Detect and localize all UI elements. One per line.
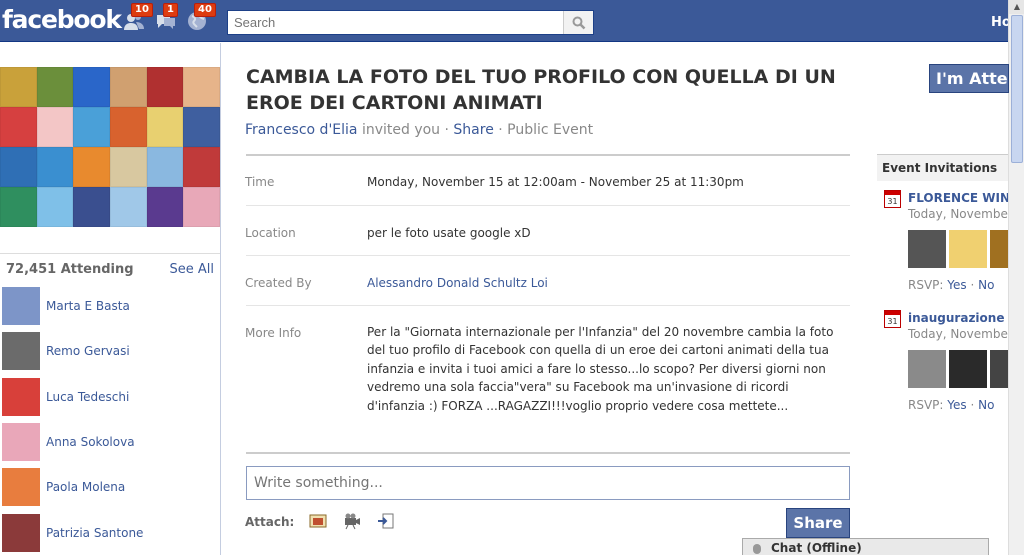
attendee-name[interactable]: Luca Tedeschi [46, 390, 129, 404]
invitation-name[interactable]: FLORENCE WINE [908, 191, 1008, 205]
guest-photo[interactable] [908, 230, 946, 268]
attendee-item[interactable]: Marta E Basta [0, 287, 220, 327]
guest-photo[interactable] [990, 230, 1008, 268]
attach-label: Attach: [245, 515, 295, 529]
rsvp-label: RSVP: [908, 398, 948, 412]
more-info-label: More Info [245, 326, 302, 340]
attendee-avatar[interactable] [2, 287, 40, 325]
attendee-avatar[interactable] [2, 422, 40, 461]
share-button[interactable]: Share [786, 508, 850, 538]
event-title: CAMBIA LA FOTO DEL TUO PROFILO CON QUELL… [246, 66, 836, 114]
vertical-scrollbar[interactable]: ▲ [1008, 0, 1024, 555]
calendar-icon: 31 [884, 190, 901, 208]
invitation-name[interactable]: inaugurazione E [908, 311, 1008, 325]
rsvp-row: RSVP: Yes · No [908, 398, 994, 412]
friend-requests-jewel[interactable]: 10 [123, 3, 153, 33]
rsvp-row: RSVP: Yes · No [908, 278, 994, 292]
share-link[interactable]: Share [453, 122, 493, 138]
left-column: 72,451 Attending See All Marta E Basta Re… [0, 43, 221, 555]
guest-photo[interactable] [908, 350, 946, 388]
rsvp-separator: · [966, 398, 979, 412]
rsvp-separator: · [966, 278, 979, 292]
location-label: Location [245, 226, 296, 240]
attendee-item[interactable]: Anna Sokolova [0, 422, 220, 463]
visibility-text: · Public Event [493, 122, 594, 138]
scroll-up-arrow-icon[interactable]: ▲ [1009, 0, 1024, 14]
attendee-name[interactable]: Remo Gervasi [46, 344, 130, 358]
inviter-link[interactable]: Francesco d'Elia [245, 122, 358, 138]
search-icon [572, 16, 585, 29]
attendee-avatar[interactable] [2, 332, 40, 371]
search-box [227, 10, 594, 35]
video-icon[interactable] [342, 512, 362, 530]
rsvp-no-link[interactable]: No [978, 278, 994, 292]
see-all-link[interactable]: See All [170, 262, 215, 277]
friend-requests-badge: 10 [131, 3, 153, 17]
event-subtitle: Francesco d'Elia invited you · Share · P… [245, 122, 593, 138]
link-icon[interactable] [376, 512, 396, 530]
top-bar: facebook 10 1 40 Ho [0, 0, 1011, 42]
chat-status-icon [753, 544, 761, 554]
location-value: per le foto usate google xD [367, 226, 531, 240]
attendee-avatar[interactable] [2, 468, 40, 507]
attendee-item[interactable]: Remo Gervasi [0, 332, 220, 372]
attendee-name[interactable]: Patrizia Santone [46, 526, 143, 540]
rsvp-yes-link[interactable]: Yes [947, 398, 966, 412]
attendee-name[interactable]: Paola Molena [46, 480, 125, 494]
attendee-avatar[interactable] [2, 377, 40, 416]
time-label: Time [245, 175, 275, 189]
attendee-name[interactable]: Marta E Basta [46, 299, 130, 313]
chat-label: Chat (Offline) [771, 541, 862, 555]
attendee-item[interactable]: Luca Tedeschi [0, 377, 220, 418]
wall-post-box [246, 466, 850, 500]
invitation-date: Today, November [908, 327, 1008, 341]
notifications-badge: 40 [194, 3, 216, 17]
event-invitation-1: 31 FLORENCE WINE Today, November RSVP: Y… [877, 190, 1008, 300]
attendee-avatar[interactable] [2, 513, 40, 552]
attending-count: 72,451 Attending [6, 262, 134, 277]
rsvp-label: RSVP: [908, 278, 948, 292]
attendee-name[interactable]: Anna Sokolova [46, 435, 135, 449]
notifications-jewel[interactable]: 40 [186, 3, 216, 33]
creator-link[interactable]: Alessandro Donald Schultz Loi [367, 276, 548, 290]
guest-photo[interactable] [949, 350, 987, 388]
search-input[interactable] [228, 11, 558, 33]
chat-bar[interactable]: Chat (Offline) [742, 538, 989, 555]
attending-header: 72,451 Attending See All [0, 253, 220, 277]
photo-icon[interactable] [308, 512, 328, 530]
divider [246, 255, 850, 256]
divider [246, 305, 850, 306]
invitation-photos [908, 230, 1008, 268]
invited-text: invited you · [357, 122, 454, 138]
facebook-logo[interactable]: facebook [2, 5, 122, 34]
search-button[interactable] [563, 11, 593, 34]
scrollbar-thumb[interactable] [1011, 15, 1023, 163]
created-by-label: Created By [245, 276, 312, 290]
event-invitations-heading: Event Invitations [877, 154, 1008, 181]
divider [246, 205, 850, 206]
attending-button[interactable]: I'm Attending [929, 64, 1009, 93]
attendee-item[interactable]: Paola Molena [0, 468, 220, 508]
event-invitation-2: 31 inaugurazione E Today, November RSVP:… [877, 310, 1008, 420]
divider [246, 452, 850, 454]
guest-photo[interactable] [949, 230, 987, 268]
event-picture[interactable] [0, 67, 220, 227]
guest-photo[interactable] [990, 350, 1008, 388]
messages-jewel[interactable]: 1 [155, 3, 179, 33]
invitation-photos [908, 350, 1008, 388]
time-value: Monday, November 15 at 12:00am - Novembe… [367, 175, 744, 189]
more-info-text: Per la "Giornata internazionale per l'In… [367, 325, 834, 413]
attendee-item[interactable]: Patrizia Santone [0, 513, 220, 554]
messages-badge: 1 [163, 3, 178, 17]
write-something-input[interactable] [247, 467, 849, 499]
invitation-date: Today, November [908, 207, 1008, 221]
divider [246, 154, 850, 156]
calendar-icon: 31 [884, 310, 901, 328]
rsvp-no-link[interactable]: No [978, 398, 994, 412]
rsvp-yes-link[interactable]: Yes [947, 278, 966, 292]
